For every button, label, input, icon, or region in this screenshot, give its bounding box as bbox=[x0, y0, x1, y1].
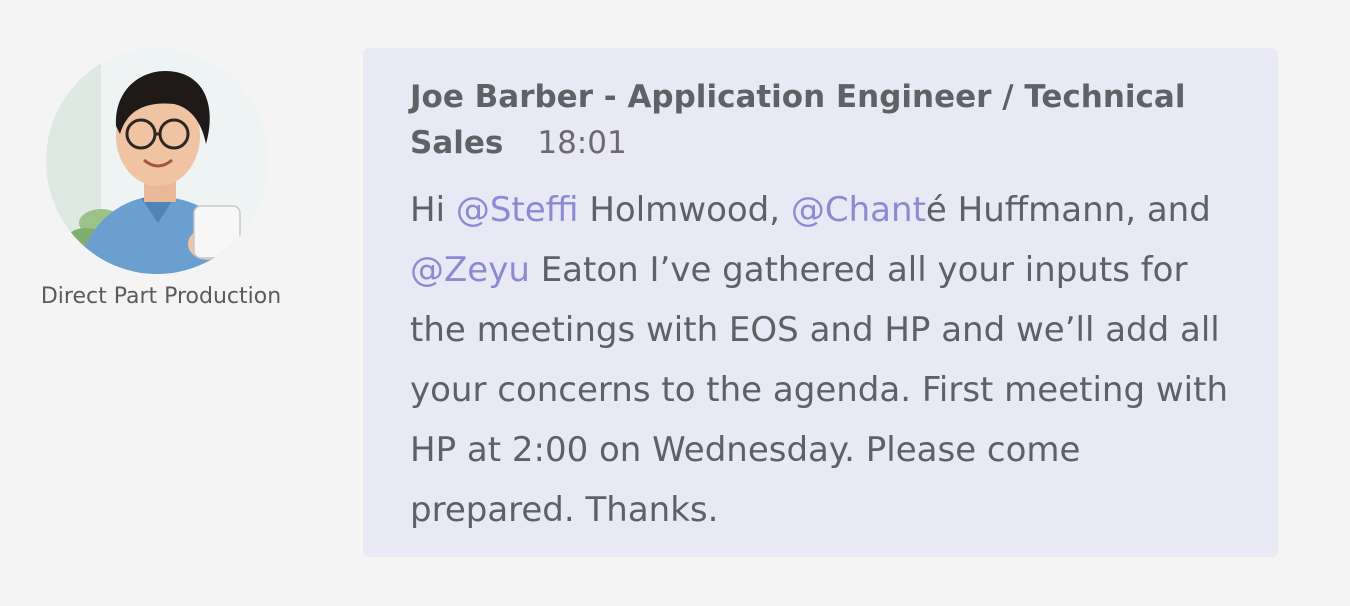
author-caption: Direct Part Production bbox=[40, 284, 282, 309]
avatar[interactable] bbox=[46, 48, 268, 274]
message-text: é Huffmann, and bbox=[925, 190, 1211, 230]
person-photo-icon bbox=[46, 48, 268, 274]
message-text: Eaton I’ve gathered all your inputs for … bbox=[410, 250, 1228, 530]
message-body: Hi @Steffi Holmwood, @Chanté Huffmann, a… bbox=[410, 180, 1240, 540]
message-header: Joe Barber - Application Engineer / Tech… bbox=[410, 74, 1238, 166]
message-timestamp: 18:01 bbox=[537, 125, 627, 161]
message-text: Holmwood, bbox=[578, 190, 791, 230]
mention-steffi[interactable]: @Steffi bbox=[456, 190, 579, 230]
mention-chante[interactable]: @Chant bbox=[791, 190, 926, 230]
sender-name[interactable]: Joe Barber - Application Engineer / Tech… bbox=[410, 79, 1185, 161]
mention-zeyu[interactable]: @Zeyu bbox=[410, 250, 530, 290]
message-bubble: Joe Barber - Application Engineer / Tech… bbox=[363, 48, 1278, 557]
message-text: Hi bbox=[410, 190, 456, 230]
